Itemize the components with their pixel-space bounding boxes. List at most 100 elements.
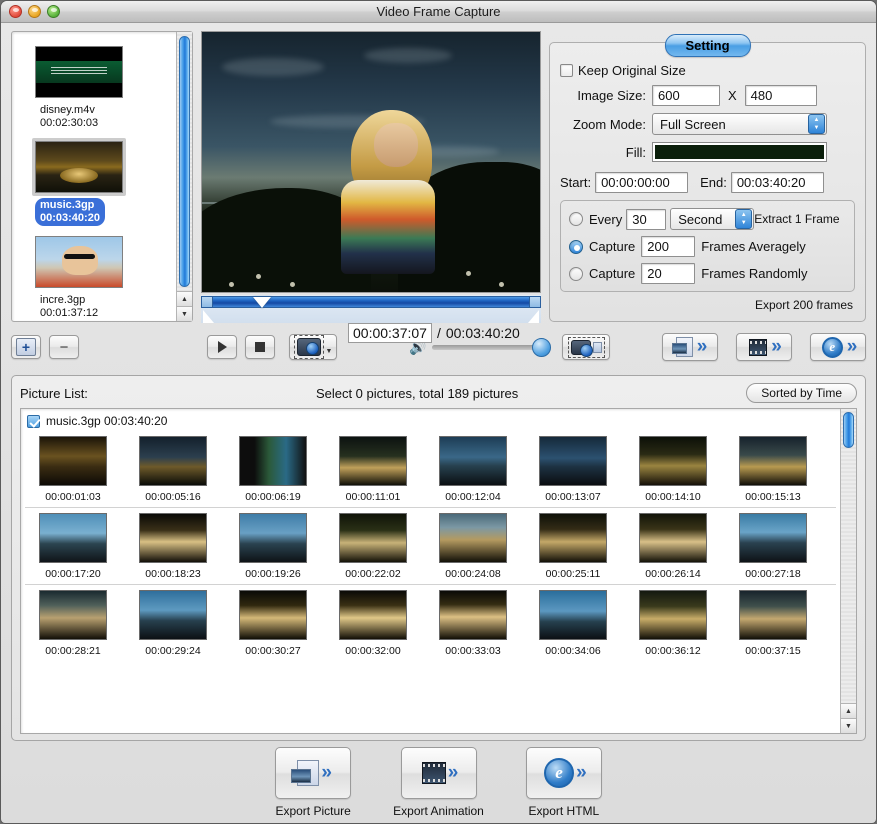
extract-mode-average-radio[interactable] [569, 240, 583, 254]
picture-cell[interactable]: 00:00:26:14 [623, 513, 723, 580]
picture-cell[interactable]: 00:00:34:06 [523, 590, 623, 657]
tab-setting[interactable]: Setting [664, 34, 750, 57]
add-file-button[interactable]: + [11, 335, 41, 359]
picture-cell[interactable]: 00:00:11:01 [323, 436, 423, 503]
picture-cell[interactable]: 00:00:24:08 [423, 513, 523, 580]
film-icon [422, 762, 446, 784]
picture-cell[interactable]: 00:00:37:15 [723, 590, 823, 657]
picture-thumbnail [239, 513, 307, 563]
picture-cell[interactable]: 00:00:05:16 [123, 436, 223, 503]
extract-mode-random[interactable]: Capture 20 Frames Randomly [569, 263, 846, 284]
export-picture-toolbar-button[interactable]: » [662, 333, 718, 361]
random-count-input[interactable]: 20 [641, 263, 695, 284]
picture-cell[interactable]: 00:00:06:19 [223, 436, 323, 503]
file-list-item-selected[interactable]: music.3gp 00:03:40:20 [12, 135, 176, 230]
picture-cell[interactable]: 00:00:19:26 [223, 513, 323, 580]
scrollbar-thumb[interactable] [179, 36, 190, 287]
picture-cell[interactable]: 00:00:18:23 [123, 513, 223, 580]
picture-timestamp: 00:00:29:24 [145, 645, 200, 657]
browser-icon: e [822, 337, 843, 358]
picture-cell[interactable]: 00:00:30:27 [223, 590, 323, 657]
image-height-input[interactable]: 480 [745, 85, 817, 106]
stop-button[interactable] [245, 335, 275, 359]
scroll-down-icon[interactable]: ▼ [177, 306, 192, 321]
trim-start-marker[interactable] [203, 310, 214, 323]
export-html-toolbar-button[interactable]: e » [810, 333, 866, 361]
volume-knob[interactable] [532, 338, 551, 357]
scrollbar-arrows: ▲ ▼ [177, 291, 192, 321]
picture-timestamp: 00:00:19:26 [245, 568, 300, 580]
picture-cell[interactable]: 00:00:01:03 [23, 436, 123, 503]
every-interval-input[interactable]: 30 [626, 209, 666, 230]
picture-list-scrollbar[interactable]: ▲ ▼ [840, 409, 856, 733]
picture-thumbnail [739, 436, 807, 486]
file-thumbnail-wrap [32, 233, 126, 291]
remove-file-button[interactable]: − [49, 335, 79, 359]
scrollbar-track[interactable] [177, 32, 192, 291]
file-list-scrollbar[interactable]: ▲ ▼ [176, 32, 192, 321]
scroll-up-icon[interactable]: ▲ [841, 703, 856, 718]
sort-by-time-button[interactable]: Sorted by Time [746, 383, 857, 403]
video-preview[interactable] [201, 31, 541, 293]
picture-cell[interactable]: 00:00:17:20 [23, 513, 123, 580]
picture-cell[interactable]: 00:00:13:07 [523, 436, 623, 503]
scrollbar-thumb[interactable] [843, 412, 854, 448]
picture-cell[interactable]: 00:00:12:04 [423, 436, 523, 503]
export-picture-button[interactable]: » [275, 747, 351, 799]
snapshot-button[interactable]: ▼ [289, 334, 337, 360]
picture-cell[interactable]: 00:00:36:12 [623, 590, 723, 657]
zoom-mode-select[interactable]: Full Screen ▲▼ [652, 113, 827, 135]
image-width-input[interactable]: 600 [652, 85, 720, 106]
keep-original-size-row[interactable]: Keep Original Size [560, 63, 855, 78]
play-button[interactable] [207, 335, 237, 359]
end-time-input[interactable]: 00:03:40:20 [731, 172, 824, 193]
scrubber-playhead[interactable] [253, 297, 271, 308]
picture-cell[interactable]: 00:00:25:11 [523, 513, 623, 580]
batch-capture-button[interactable] [562, 334, 610, 360]
fill-color-swatch[interactable] [652, 142, 827, 162]
keep-original-size-checkbox[interactable] [560, 64, 573, 77]
file-list-panel: disney.m4v 00:02:30:03 music.3gp 00:03:4… [11, 31, 193, 322]
picture-cell[interactable]: 00:00:15:13 [723, 436, 823, 503]
picture-list-body: music.3gp 00:03:40:20 00:00:01:03 00:00:… [20, 408, 857, 734]
every-unit-select[interactable]: Second ▲▼ [670, 208, 754, 230]
extract-mode-every-radio[interactable] [569, 212, 583, 226]
start-time-input[interactable]: 00:00:00:00 [595, 172, 688, 193]
picture-grid[interactable]: music.3gp 00:03:40:20 00:00:01:03 00:00:… [21, 409, 840, 733]
scroll-down-icon[interactable]: ▼ [841, 718, 856, 733]
double-arrow-icon: » [697, 336, 705, 358]
picture-thumbnail [639, 590, 707, 640]
group-checkbox[interactable] [27, 415, 40, 428]
trim-end-marker[interactable] [528, 310, 539, 323]
scrubber-track[interactable] [201, 296, 541, 308]
random-suffix-label: Frames Randomly [701, 266, 807, 281]
picture-cell[interactable]: 00:00:29:24 [123, 590, 223, 657]
picture-cell[interactable]: 00:00:32:00 [323, 590, 423, 657]
picture-cell[interactable]: 00:00:28:21 [23, 590, 123, 657]
export-animation-button[interactable]: » [401, 747, 477, 799]
random-prefix-label: Capture [589, 266, 635, 281]
volume-slider[interactable] [432, 345, 544, 350]
video-scrubber[interactable] [201, 295, 541, 323]
picture-cell[interactable]: 00:00:27:18 [723, 513, 823, 580]
export-html-button[interactable]: e » [526, 747, 602, 799]
export-animation-toolbar-button[interactable]: » [736, 333, 792, 361]
file-list-item[interactable]: incre.3gp 00:01:37:12 [12, 230, 176, 321]
file-list-item[interactable]: disney.m4v 00:02:30:03 [12, 40, 176, 135]
picture-cell[interactable]: 00:00:14:10 [623, 436, 723, 503]
picture-group-row[interactable]: music.3gp 00:03:40:20 [21, 409, 840, 433]
scrollbar-track[interactable] [841, 409, 856, 703]
export-count-text: Export 200 frames [560, 298, 855, 312]
current-time-field[interactable]: 00:00:37:07 [348, 323, 432, 343]
video-subject-face [374, 123, 418, 167]
extract-mode-average[interactable]: Capture 200 Frames Averagely [569, 236, 846, 257]
row-separator [25, 584, 836, 585]
average-count-input[interactable]: 200 [641, 236, 695, 257]
picture-cell[interactable]: 00:00:22:02 [323, 513, 423, 580]
extract-mode-every[interactable]: Every 30 Second ▲▼ Extract 1 Frame [569, 208, 846, 230]
file-list[interactable]: disney.m4v 00:02:30:03 music.3gp 00:03:4… [12, 32, 176, 321]
every-prefix-label: Every [589, 212, 622, 227]
extract-mode-random-radio[interactable] [569, 267, 583, 281]
scroll-up-icon[interactable]: ▲ [177, 291, 192, 306]
picture-cell[interactable]: 00:00:33:03 [423, 590, 523, 657]
